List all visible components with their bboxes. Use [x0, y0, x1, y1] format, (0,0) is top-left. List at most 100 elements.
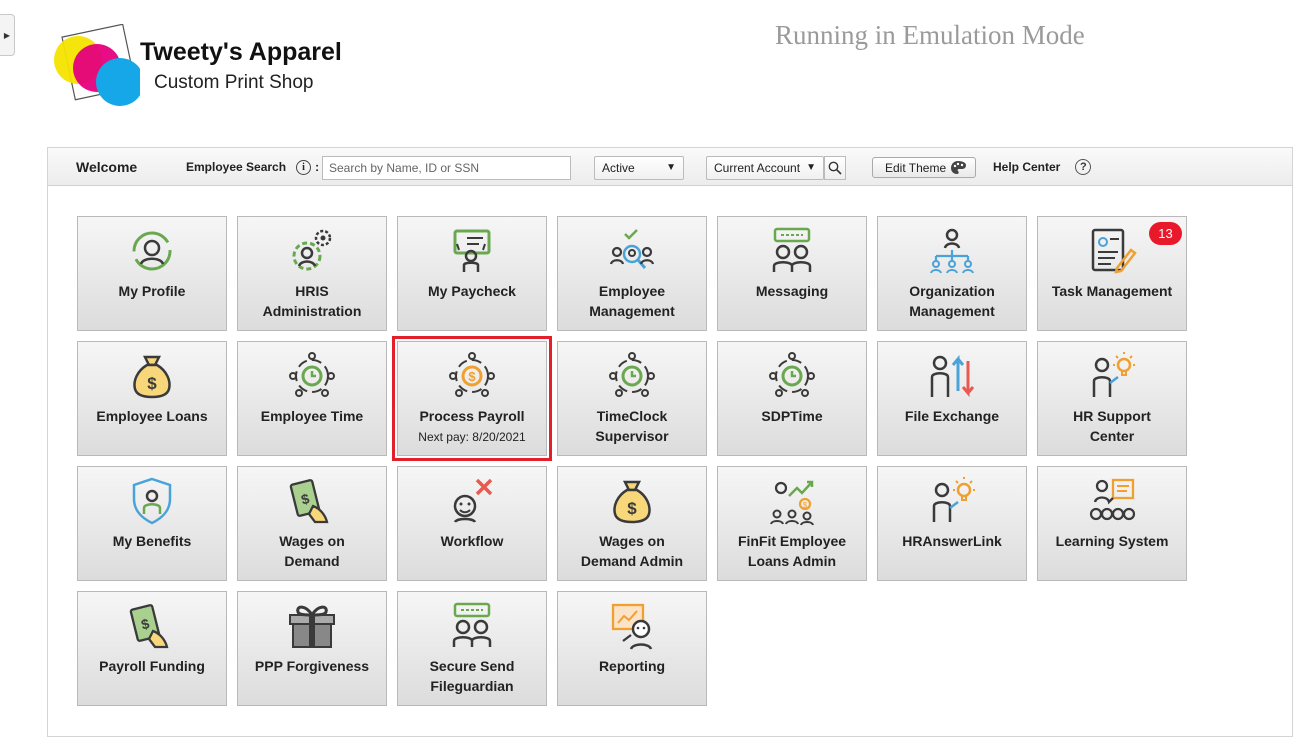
clock-people-icon: [769, 352, 815, 397]
tile-employee-loans[interactable]: $ Employee Loans: [77, 341, 227, 456]
tile-hranswerlink[interactable]: HRAnswerLink: [877, 466, 1027, 581]
toolbar: Welcome Employee Search i: Active ▼ Curr…: [48, 148, 1292, 186]
messaging-icon: [772, 227, 812, 272]
info-icon[interactable]: i: [296, 159, 312, 175]
tile-my-paycheck[interactable]: My Paycheck: [397, 216, 547, 331]
svg-text:$: $: [627, 499, 637, 518]
tile-timeclock-supervisor[interactable]: TimeClock Supervisor: [557, 341, 707, 456]
tile-my-benefits[interactable]: My Benefits: [77, 466, 227, 581]
lightbulb-person-icon: [932, 477, 975, 522]
svg-text:$: $: [147, 374, 157, 393]
tile-label: My Paycheck: [428, 283, 516, 299]
tile-label: Employee Time: [260, 408, 364, 424]
tile-label: Wages on Demand Admin: [580, 533, 684, 569]
tile-label: Workflow: [440, 533, 504, 549]
tile-my-profile[interactable]: My Profile: [77, 216, 227, 331]
lightbulb-person-icon: [1092, 352, 1135, 397]
tile-label: Employee Management: [589, 283, 675, 319]
tile-label: Process Payroll: [419, 408, 525, 424]
tile-ppp-forgiveness[interactable]: PPP Forgiveness: [237, 591, 387, 706]
help-center-label: Help Center: [993, 160, 1061, 174]
tile-label: HR Support Center: [1073, 408, 1151, 444]
tile-label: My Profile: [118, 283, 186, 299]
tile-label: TimeClock Supervisor: [595, 408, 669, 444]
account-select[interactable]: Current Account ▼: [706, 156, 824, 180]
tile-label: Reporting: [598, 658, 666, 674]
task-document-icon: [1091, 228, 1137, 274]
sidebar-toggle[interactable]: ▶: [0, 14, 15, 56]
shield-person-icon: [132, 477, 172, 525]
status-select[interactable]: Active ▼: [594, 156, 684, 180]
tile-wages-on-demand[interactable]: $ Wages on Demand: [237, 466, 387, 581]
tile-hris-administration[interactable]: HRIS Administration: [237, 216, 387, 331]
app-tile-grid: My Profile HRIS Administration My Paycheck…: [77, 216, 1187, 706]
tile-payroll-funding[interactable]: $ Payroll Funding: [77, 591, 227, 706]
dollar-people-icon: $: [449, 352, 495, 397]
tile-label: HRIS Administration: [262, 283, 362, 319]
tile-label: Task Management: [1051, 283, 1173, 299]
welcome-link[interactable]: Welcome: [76, 148, 137, 186]
edit-theme-button[interactable]: Edit Theme: [872, 157, 976, 178]
paint-palette-icon: [951, 161, 966, 174]
clock-people-icon: [289, 352, 335, 397]
tile-learning-system[interactable]: Learning System: [1037, 466, 1187, 581]
tile-messaging[interactable]: Messaging: [717, 216, 867, 331]
caret-down-icon: ▼: [806, 162, 816, 173]
employee-search-input[interactable]: [322, 156, 571, 180]
brand-subtitle: Custom Print Shop: [154, 72, 314, 93]
cmy-circles-icon: [54, 23, 144, 106]
cash-hand-icon: $: [129, 604, 169, 649]
tile-employee-time[interactable]: Employee Time: [237, 341, 387, 456]
tile-label: File Exchange: [904, 408, 1000, 424]
account-select-value: Current Account: [714, 161, 801, 175]
tile-task-management[interactable]: Task Management 13: [1037, 216, 1187, 331]
tile-label: PPP Forgiveness: [254, 658, 370, 674]
svg-text:$: $: [803, 501, 808, 510]
tile-process-payroll[interactable]: $ Process Payroll Next pay: 8/20/2021: [392, 336, 552, 461]
next-pay-date: Next pay: 8/20/2021: [418, 430, 526, 444]
report-person-icon: [611, 603, 653, 650]
tile-label: HRAnswerLink: [902, 533, 1002, 549]
tile-label: Payroll Funding: [99, 658, 205, 674]
status-select-value: Active: [602, 161, 635, 175]
tile-file-exchange[interactable]: File Exchange: [877, 341, 1027, 456]
tile-reporting[interactable]: Reporting: [557, 591, 707, 706]
presentation-icon: [1089, 478, 1136, 521]
svg-text:$: $: [468, 369, 476, 384]
tile-wages-on-demand-admin[interactable]: $ Wages on Demand Admin: [557, 466, 707, 581]
search-button[interactable]: [824, 156, 846, 180]
money-bag-icon: $: [133, 355, 171, 399]
tools-person-icon: [453, 478, 493, 523]
tile-hr-support-center[interactable]: HR Support Center: [1037, 341, 1187, 456]
brand-logo: Tweety's Apparel Custom Print Shop: [50, 23, 370, 114]
help-center-link[interactable]: Help Center ?: [993, 148, 1092, 186]
messaging-icon: [452, 602, 492, 647]
paycheck-icon: [453, 229, 491, 272]
tile-employee-management[interactable]: Employee Management: [557, 216, 707, 331]
question-circle-icon: ?: [1075, 159, 1092, 175]
tile-label: SDPTime: [761, 408, 823, 424]
triangle-right-icon: ▶: [3, 30, 11, 40]
tile-label: Secure Send Fileguardian: [429, 658, 515, 694]
org-chart-icon: [930, 228, 974, 274]
money-bag-icon: $: [613, 480, 651, 524]
tile-sdptime[interactable]: SDPTime: [717, 341, 867, 456]
gift-icon: [289, 605, 335, 648]
employee-search-text: Employee Search: [186, 160, 287, 174]
growth-chart-icon: $: [770, 480, 814, 526]
tile-label: Wages on Demand: [279, 533, 345, 569]
clock-people-icon: [609, 352, 655, 397]
tile-label: My Benefits: [112, 533, 192, 549]
dashboard-panel: Welcome Employee Search i: Active ▼ Curr…: [47, 147, 1293, 737]
brand-title: Tweety's Apparel: [140, 38, 342, 66]
tile-secure-send-fileguardian[interactable]: Secure Send Fileguardian: [397, 591, 547, 706]
tile-finfit-employee-loans-admin[interactable]: $ FinFit Employee Loans Admin: [717, 466, 867, 581]
caret-down-icon: ▼: [666, 162, 676, 173]
tile-organization-management[interactable]: Organization Management: [877, 216, 1027, 331]
tile-label: Messaging: [755, 283, 829, 299]
tile-label: Employee Loans: [96, 408, 208, 424]
tile-label: Organization Management: [909, 283, 995, 319]
gear-person-icon: [292, 229, 332, 271]
tile-workflow[interactable]: Workflow: [397, 466, 547, 581]
tile-label: Learning System: [1055, 533, 1169, 549]
